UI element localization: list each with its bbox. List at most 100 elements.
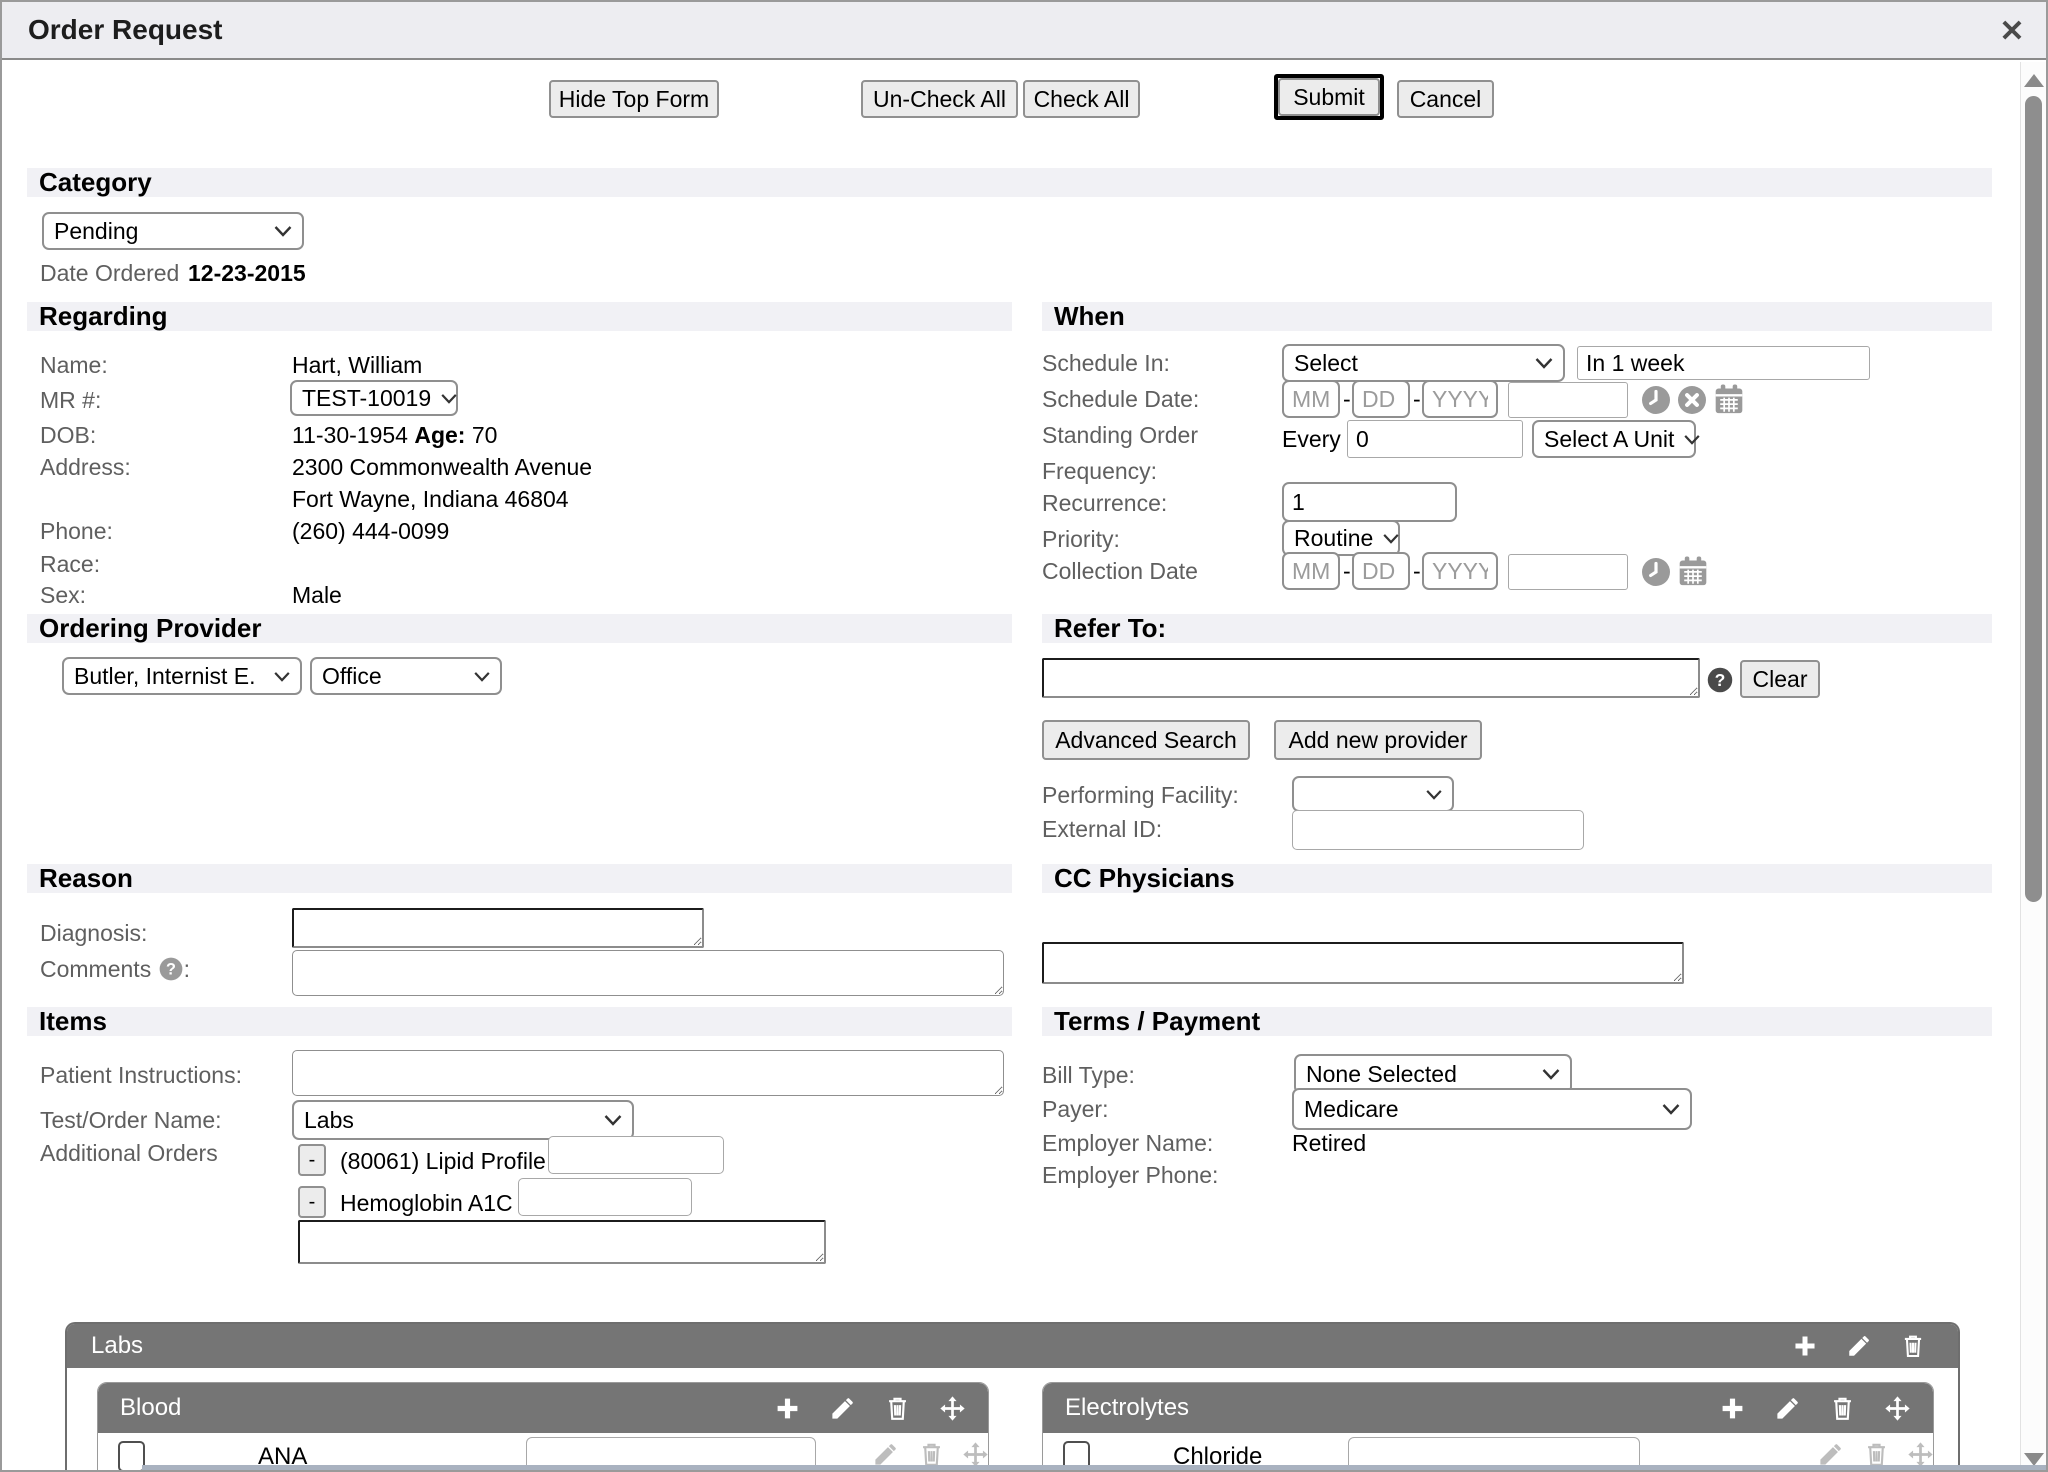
category-select[interactable]: Pending: [42, 212, 304, 250]
collection-date-mm-input[interactable]: [1282, 552, 1340, 590]
collection-date-dd-input[interactable]: [1352, 552, 1410, 590]
external-id-label: External ID:: [1042, 816, 1162, 843]
unit-select[interactable]: Select A Unit: [1532, 420, 1696, 458]
diagnosis-input[interactable]: [292, 908, 704, 948]
bill-type-value: None Selected: [1306, 1061, 1457, 1088]
test-order-select[interactable]: Labs: [292, 1100, 634, 1140]
collection-date-yyyy-input[interactable]: [1422, 552, 1498, 590]
dialog-title: Order Request: [2, 14, 223, 46]
recurrence-input[interactable]: [1282, 482, 1457, 522]
clear-button[interactable]: Clear: [1740, 660, 1820, 698]
scrollbar-thumb[interactable]: [2025, 96, 2042, 902]
priority-select[interactable]: Routine: [1282, 520, 1400, 556]
schedule-date-label: Schedule Date:: [1042, 386, 1199, 413]
trash-icon[interactable]: [1900, 1333, 1926, 1359]
trash-icon[interactable]: [884, 1395, 911, 1422]
add-icon[interactable]: [1719, 1395, 1746, 1422]
external-id-input[interactable]: [1292, 810, 1584, 850]
collection-date-time-input[interactable]: [1508, 554, 1628, 590]
cc-physicians-input[interactable]: [1042, 942, 1684, 984]
help-icon[interactable]: [158, 956, 184, 982]
trash-icon[interactable]: [1829, 1395, 1856, 1422]
chevron-down-icon: [602, 1112, 624, 1128]
category-section-header: Category: [27, 168, 1992, 197]
labs-panel-title: Labs: [91, 1332, 143, 1360]
cancel-button[interactable]: Cancel: [1397, 80, 1494, 118]
address-label: Address:: [40, 454, 131, 481]
vertical-scrollbar[interactable]: [2020, 62, 2046, 1472]
electrolytes-group-header: Electrolytes: [1043, 1383, 1933, 1433]
schedule-date-yyyy-input[interactable]: [1422, 380, 1498, 418]
payer-select[interactable]: Medicare: [1292, 1088, 1692, 1130]
pencil-icon[interactable]: [1774, 1395, 1801, 1422]
phone-label: Phone:: [40, 518, 113, 545]
schedule-in-select[interactable]: Select: [1282, 344, 1565, 382]
horizontal-scrollbar[interactable]: [142, 1465, 2048, 1472]
schedule-date-dd-input[interactable]: [1352, 380, 1410, 418]
submit-button[interactable]: Submit: [1278, 78, 1380, 116]
cc-physicians-section-header: CC Physicians: [1042, 864, 1992, 893]
additional-orders-input[interactable]: [298, 1220, 826, 1264]
mr-select[interactable]: TEST-10019: [290, 380, 458, 416]
refer-to-heading: Refer To:: [1042, 613, 1166, 644]
employer-phone-label: Employer Phone:: [1042, 1162, 1218, 1189]
trash-icon[interactable]: [1863, 1441, 1890, 1468]
close-icon[interactable]: ✕: [1992, 12, 2032, 52]
calendar-icon[interactable]: [1712, 382, 1746, 416]
pencil-icon[interactable]: [829, 1395, 856, 1422]
remove-order-button[interactable]: -: [298, 1186, 326, 1218]
remove-order-button[interactable]: -: [298, 1144, 326, 1176]
every-label: Every: [1282, 426, 1341, 453]
test-order-name-label: Test/Order Name:: [40, 1107, 222, 1134]
patient-instructions-input[interactable]: [292, 1050, 1004, 1096]
chevron-down-icon: [1381, 531, 1401, 546]
move-icon[interactable]: [1884, 1395, 1911, 1422]
calendar-icon[interactable]: [1676, 554, 1710, 588]
pencil-icon[interactable]: [1846, 1333, 1872, 1359]
move-icon[interactable]: [962, 1441, 989, 1468]
schedule-date-mm-input[interactable]: [1282, 380, 1340, 418]
chevron-down-icon: [439, 391, 459, 406]
advanced-search-button[interactable]: Advanced Search: [1042, 720, 1250, 760]
pencil-icon[interactable]: [1817, 1441, 1844, 1468]
order-item-name: (80061) Lipid Profile: [340, 1148, 546, 1175]
schedule-in-input[interactable]: [1577, 346, 1870, 380]
clear-date-icon[interactable]: [1676, 384, 1708, 416]
clock-icon[interactable]: [1640, 384, 1672, 416]
date-separator: -: [1343, 558, 1351, 585]
add-icon[interactable]: [1792, 1333, 1818, 1359]
clock-icon[interactable]: [1640, 556, 1672, 588]
schedule-date-time-input[interactable]: [1508, 382, 1628, 418]
add-icon[interactable]: [774, 1395, 801, 1422]
move-icon[interactable]: [1907, 1441, 1934, 1468]
chevron-down-icon: [1533, 355, 1555, 371]
mr-select-value: TEST-10019: [302, 385, 431, 412]
ordering-provider-select[interactable]: Butler, Internist E.: [62, 657, 302, 695]
check-all-button[interactable]: Check All: [1023, 80, 1140, 118]
blood-group-header: Blood: [98, 1383, 988, 1433]
trash-icon[interactable]: [918, 1441, 945, 1468]
help-icon[interactable]: [1706, 666, 1734, 694]
scroll-up-icon[interactable]: [2024, 74, 2044, 87]
order-item-input[interactable]: [518, 1178, 692, 1216]
performing-facility-select[interactable]: [1292, 776, 1454, 812]
items-heading: Items: [27, 1006, 107, 1037]
mr-label: MR #:: [40, 387, 101, 414]
pencil-icon[interactable]: [872, 1441, 899, 1468]
hide-top-form-button[interactable]: Hide Top Form: [549, 80, 719, 118]
order-item-input[interactable]: [548, 1136, 724, 1174]
comments-input[interactable]: [292, 950, 1004, 996]
move-icon[interactable]: [939, 1395, 966, 1422]
date-ordered-value: 12-23-2015: [188, 260, 306, 287]
add-new-provider-button[interactable]: Add new provider: [1274, 720, 1482, 760]
blood-group-panel: Blood ANA: [97, 1382, 989, 1472]
refer-to-input[interactable]: [1042, 658, 1700, 698]
terms-payment-heading: Terms / Payment: [1042, 1006, 1260, 1037]
lab-item-checkbox[interactable]: [118, 1441, 145, 1472]
electrolytes-group-panel: Electrolytes Chloride: [1042, 1382, 1934, 1472]
uncheck-all-button[interactable]: Un-Check All: [861, 80, 1018, 118]
provider-location-select[interactable]: Office: [310, 657, 502, 695]
ordering-provider-section-header: Ordering Provider: [27, 614, 1012, 643]
schedule-in-label: Schedule In:: [1042, 350, 1170, 377]
every-input[interactable]: [1347, 420, 1523, 458]
